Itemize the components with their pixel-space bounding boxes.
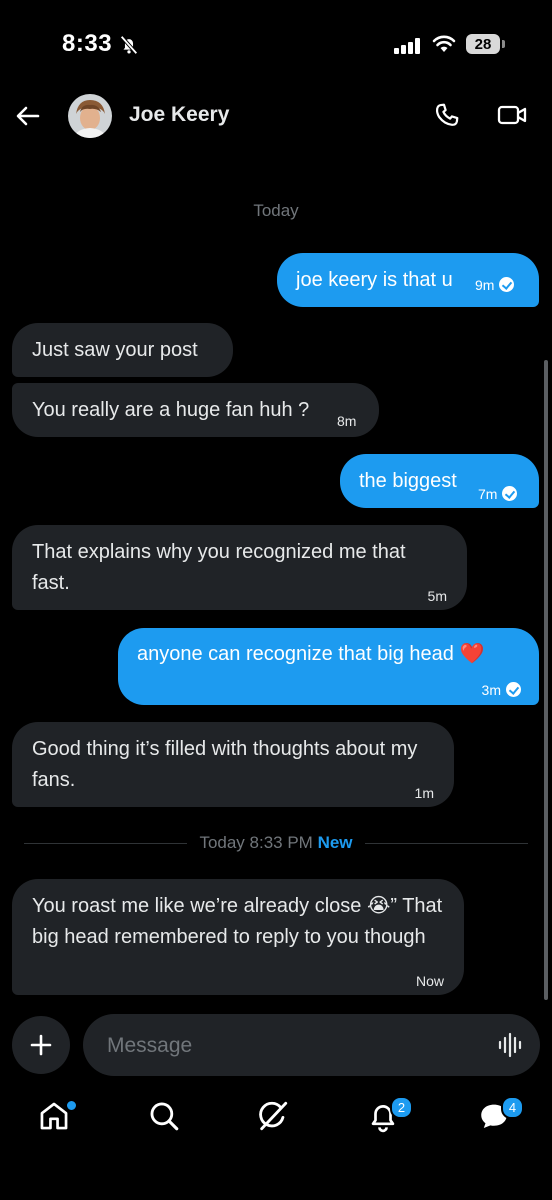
search-icon <box>150 1102 179 1131</box>
silent-mode-icon <box>118 34 140 61</box>
incoming-message[interactable]: Good thing it’s filled with thoughts abo… <box>12 722 454 807</box>
divider-timestamp: Today 8:33 PM <box>199 833 313 852</box>
grok-icon <box>259 1101 288 1131</box>
plus-icon <box>30 1034 52 1056</box>
tab-grok[interactable] <box>256 1099 292 1135</box>
message-time: Now <box>415 973 444 989</box>
read-check-icon <box>506 682 521 697</box>
tab-home[interactable] <box>37 1099 78 1135</box>
message-input[interactable] <box>105 1014 469 1078</box>
outgoing-message[interactable]: anyone can recognize that big head ❤️ 3m <box>118 628 539 705</box>
message-time: 8m <box>337 413 357 429</box>
message-text: You really are a huge fan huh ? <box>32 399 310 421</box>
message-text: Good thing it’s filled with thoughts abo… <box>32 738 418 791</box>
battery-indicator: 28 <box>466 34 505 54</box>
video-call-icon[interactable] <box>496 101 528 134</box>
message-time: 5m <box>427 588 447 604</box>
tab-messages[interactable]: 4 <box>477 1096 524 1135</box>
battery-level: 28 <box>466 34 500 54</box>
message-text: You roast me like we’re already close 😭”… <box>32 895 443 948</box>
wifi-icon <box>432 34 456 59</box>
incoming-message[interactable]: You roast me like we’re already close 😭”… <box>12 879 464 995</box>
contact-avatar[interactable] <box>68 94 112 138</box>
message-text: Just saw your post <box>32 339 198 361</box>
message-time: 7m <box>478 486 498 502</box>
read-check-icon <box>499 277 515 292</box>
message-time: 3m <box>481 682 501 698</box>
outgoing-message[interactable]: joe keery is that u 9m <box>277 253 539 307</box>
incoming-message[interactable]: Just saw your post <box>12 323 233 377</box>
scrollbar[interactable] <box>544 360 548 1000</box>
new-messages-divider: Today 8:33 PM New <box>0 833 552 853</box>
status-time: 8:33 <box>62 30 113 57</box>
message-text: joe keery is that u <box>296 269 453 291</box>
day-label: Today <box>253 201 299 220</box>
outgoing-message[interactable]: the biggest 7m <box>340 454 539 508</box>
back-arrow-icon[interactable] <box>14 102 42 130</box>
voice-message-icon[interactable] <box>497 1032 523 1063</box>
message-text: That explains why you recognized me that… <box>32 541 406 594</box>
home-unread-dot <box>65 1099 78 1112</box>
message-time: 1m <box>414 785 434 801</box>
incoming-message[interactable]: That explains why you recognized me that… <box>12 525 467 610</box>
messages-count-badge: 4 <box>501 1096 524 1119</box>
cellular-signal-icon <box>394 38 422 59</box>
notifications-count-badge: 2 <box>390 1096 413 1119</box>
battery-tip <box>502 40 505 48</box>
tab-notifications[interactable]: 2 <box>366 1096 413 1135</box>
message-text: the biggest <box>359 470 457 492</box>
new-label: New <box>317 833 353 852</box>
incoming-message[interactable]: You really are a huge fan huh ? 8m <box>12 383 379 437</box>
message-text: anyone can recognize that big head ❤️ <box>137 643 485 665</box>
message-time: 9m <box>475 277 495 293</box>
message-composer[interactable] <box>83 1014 540 1078</box>
phone-call-icon[interactable] <box>433 101 461 134</box>
tab-search[interactable] <box>147 1099 183 1135</box>
contact-name[interactable]: Joe Keery <box>129 103 229 127</box>
read-check-icon <box>502 486 518 501</box>
add-attachment-button[interactable] <box>12 1016 70 1074</box>
